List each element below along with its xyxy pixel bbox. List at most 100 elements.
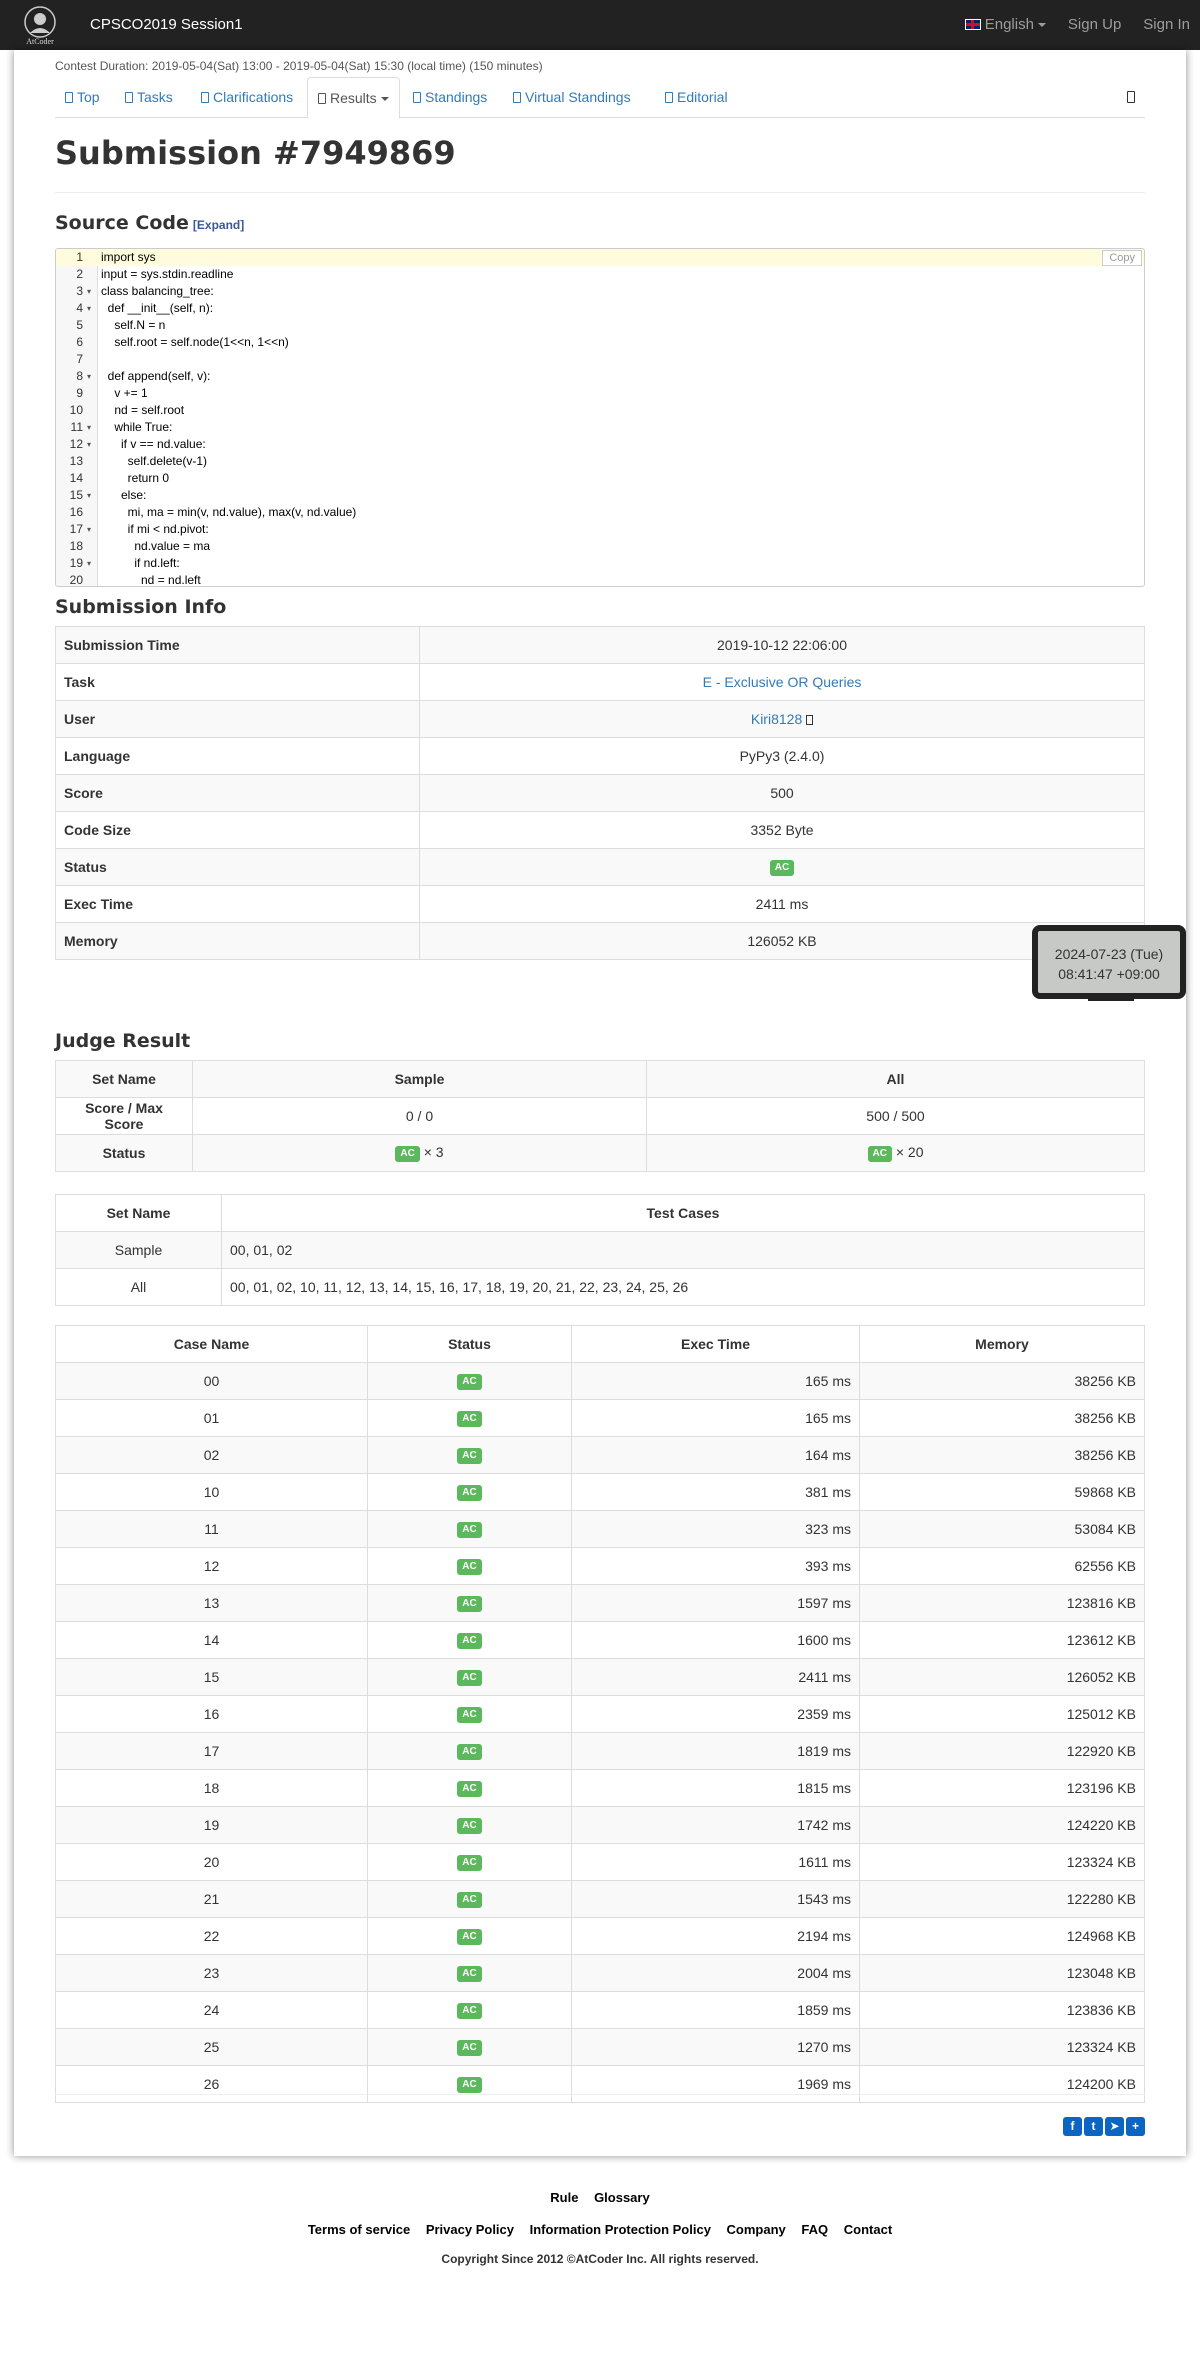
case-exec-time-cell: 393 ms — [571, 1547, 860, 1585]
code-text: while True: — [101, 420, 173, 434]
fold-arrow-icon[interactable]: ▾ — [87, 555, 91, 572]
fold-arrow-icon[interactable]: ▾ — [87, 300, 91, 317]
info-row-score: Score 500 — [55, 774, 1145, 812]
table-row: 17 AC 1819 ms 122920 KB — [55, 1732, 1145, 1770]
plus-icon[interactable]: + — [1126, 2117, 1145, 2136]
book-icon — [665, 92, 673, 103]
code-line: 8 ▾ def append(self, v): — [56, 368, 1144, 385]
code-line: 12 ▾ if v == nd.value: — [56, 436, 1144, 453]
company-link[interactable]: Company — [727, 2222, 786, 2237]
case-status-cell: AC — [367, 1473, 572, 1511]
faq-link[interactable]: FAQ — [801, 2222, 828, 2237]
language-dropdown[interactable]: English — [964, 16, 1046, 33]
code-line: 3 ▾ class balancing_tree: — [56, 283, 1144, 300]
code-text: self.root = self.node(1<<n, 1<<n) — [101, 335, 289, 349]
case-name-cell: 14 — [55, 1621, 368, 1659]
tab-virtual-standings[interactable]: Virtual Standings — [503, 77, 641, 118]
code-line: 18 nd.value = ma — [56, 538, 1144, 555]
column-header: Set Name — [55, 1194, 222, 1232]
caret-down-icon — [380, 97, 389, 102]
case-memory-cell: 123324 KB — [859, 1843, 1145, 1881]
case-exec-time-cell: 2004 ms — [571, 1954, 860, 1992]
clipboard-icon[interactable] — [1127, 91, 1135, 103]
table-row: 18 AC 1815 ms 123196 KB — [55, 1769, 1145, 1807]
tab-label: Editorial — [677, 89, 728, 105]
info-label: Memory — [55, 922, 420, 960]
tab-label: Results — [330, 90, 377, 106]
case-exec-time-cell: 381 ms — [571, 1473, 860, 1511]
info-protection-link[interactable]: Information Protection Policy — [530, 2222, 711, 2237]
copy-button[interactable]: Copy — [1102, 250, 1142, 266]
case-name-cell: 11 — [55, 1510, 368, 1548]
case-memory-cell: 125012 KB — [859, 1695, 1145, 1733]
expand-code-link[interactable]: [Expand] — [193, 218, 244, 232]
case-status-cell: AC — [367, 1695, 572, 1733]
tab-tasks[interactable]: Tasks — [115, 77, 183, 118]
privacy-link[interactable]: Privacy Policy — [426, 2222, 514, 2237]
submission-time-value[interactable]: 2019-10-12 22:06:00 — [419, 626, 1145, 664]
case-status-cell: AC — [367, 1658, 572, 1696]
status-badge: AC — [457, 1632, 482, 1649]
fold-arrow-icon[interactable]: ▾ — [87, 487, 91, 504]
sample-score: 0 / 0 — [192, 1097, 647, 1135]
sign-up-link[interactable]: Sign Up — [1068, 16, 1121, 33]
table-row: 24 AC 1859 ms 123836 KB — [55, 1991, 1145, 2029]
case-status-cell: AC — [367, 1362, 572, 1400]
tab-results[interactable]: Results — [307, 77, 400, 119]
tab-top[interactable]: Top — [55, 77, 110, 118]
case-memory-cell: 123048 KB — [859, 1954, 1145, 1992]
column-header: Status — [367, 1325, 572, 1363]
line-number: 20 — [69, 573, 83, 587]
line-number: 19 — [69, 556, 83, 570]
case-memory-cell: 123196 KB — [859, 1769, 1145, 1807]
info-row-task: Task E - Exclusive OR Queries — [55, 663, 1145, 701]
contest-duration: Contest Duration: 2019-05-04(Sat) 13:00 … — [55, 59, 543, 73]
line-number: 8 — [76, 369, 83, 383]
tab-clarifications[interactable]: Clarifications — [191, 77, 303, 118]
code-text: nd = nd.left — [101, 573, 201, 587]
info-label: Status — [55, 848, 420, 886]
sign-in-link[interactable]: Sign In — [1143, 16, 1190, 33]
line-number: 17 — [69, 522, 83, 536]
case-exec-time-cell: 1611 ms — [571, 1843, 860, 1881]
case-exec-time-cell: 164 ms — [571, 1436, 860, 1474]
tab-standings[interactable]: Standings — [403, 77, 497, 118]
terms-link[interactable]: Terms of service — [308, 2222, 410, 2237]
fold-arrow-icon[interactable]: ▾ — [87, 283, 91, 300]
glossary-link[interactable]: Glossary — [594, 2190, 650, 2205]
info-label: User — [55, 700, 420, 738]
facebook-icon[interactable]: f — [1063, 2117, 1082, 2136]
case-memory-cell: 122920 KB — [859, 1732, 1145, 1770]
atcoder-logo[interactable]: AtCoder — [14, 2, 66, 48]
fold-arrow-icon[interactable]: ▾ — [87, 419, 91, 436]
tab-editorial[interactable]: Editorial — [655, 77, 738, 118]
share-buttons: f t ➤ + — [1063, 2117, 1145, 2136]
case-status-cell: AC — [367, 1436, 572, 1474]
rule-link[interactable]: Rule — [550, 2190, 578, 2205]
code-line: 15 ▾ else: — [56, 487, 1144, 504]
case-exec-time-cell: 1815 ms — [571, 1769, 860, 1807]
fold-arrow-icon[interactable]: ▾ — [87, 436, 91, 453]
fold-arrow-icon[interactable]: ▾ — [87, 521, 91, 538]
case-name-cell: 13 — [55, 1584, 368, 1622]
status-badge: AC — [457, 1558, 482, 1575]
source-code-editor[interactable]: 1 import sys 2 input = sys.stdin.readline 3 ▾… — [55, 248, 1145, 587]
user-link[interactable]: Kiri8128 — [751, 711, 802, 727]
contest-title-link[interactable]: CPSCO2019 Session1 — [90, 16, 243, 33]
line-number: 12 — [69, 437, 83, 451]
telegram-icon[interactable]: ➤ — [1105, 2117, 1124, 2136]
tooltip-time: 08:41:47 +09:00 — [1058, 966, 1160, 982]
twitter-icon[interactable]: t — [1084, 2117, 1103, 2136]
fold-arrow-icon[interactable]: ▾ — [87, 368, 91, 385]
info-row-status: Status AC — [55, 848, 1145, 886]
table-row: 19 AC 1742 ms 124220 KB — [55, 1806, 1145, 1844]
code-text: self.N = n — [101, 318, 166, 332]
status-badge: AC — [457, 1521, 482, 1538]
contact-link[interactable]: Contact — [844, 2222, 892, 2237]
case-memory-cell: 124968 KB — [859, 1917, 1145, 1955]
info-row-exec-time: Exec Time 2411 ms — [55, 885, 1145, 923]
case-name-cell: 12 — [55, 1547, 368, 1585]
user-history-icon[interactable] — [806, 715, 814, 725]
column-header: Sample — [192, 1060, 647, 1098]
task-link[interactable]: E - Exclusive OR Queries — [703, 674, 862, 690]
